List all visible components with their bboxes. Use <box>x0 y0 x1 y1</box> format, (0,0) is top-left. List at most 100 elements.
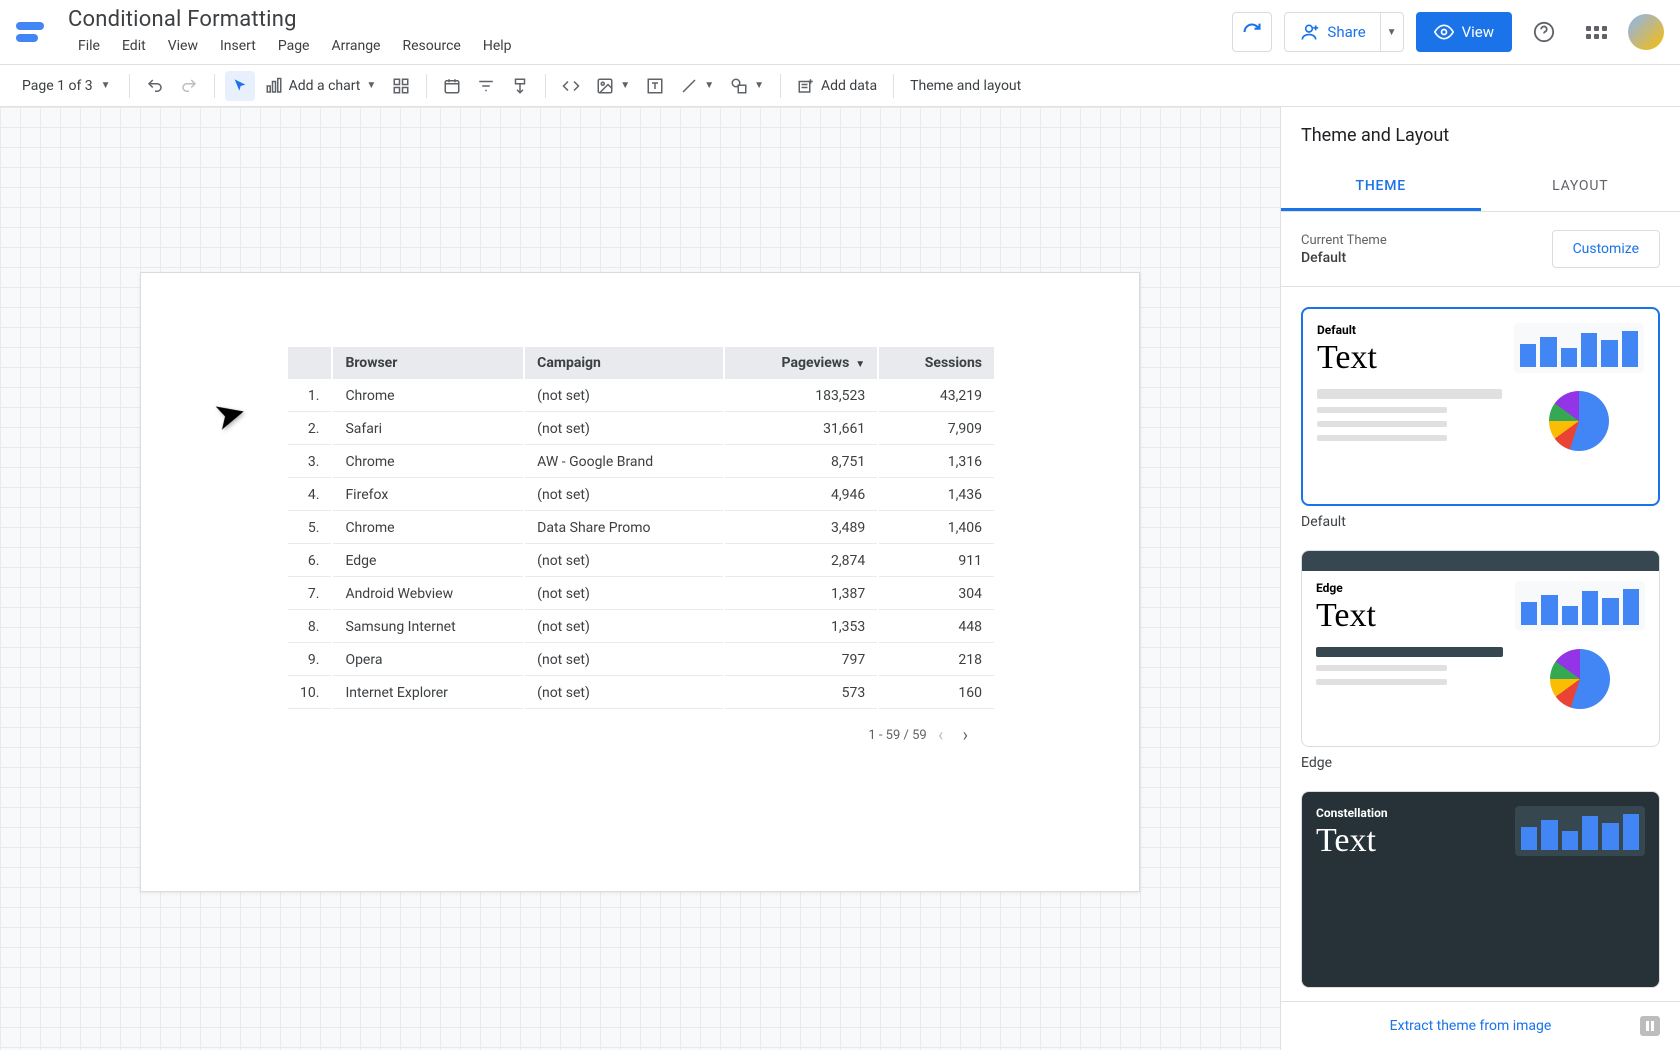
page-prev-button[interactable]: ‹ <box>938 725 943 746</box>
menu-insert[interactable]: Insert <box>210 34 266 58</box>
table-row[interactable]: 9. Opera (not set) 797 218 <box>288 645 994 676</box>
theme-preview-bars <box>1515 581 1645 631</box>
cell-campaign: (not set) <box>525 645 723 676</box>
help-icon <box>1533 21 1555 43</box>
cell-sessions: 43,219 <box>879 381 994 412</box>
cell-browser: Android Webview <box>333 579 523 610</box>
filter-control-button[interactable] <box>471 71 501 101</box>
community-viz-button[interactable] <box>386 71 416 101</box>
line-button[interactable]: ▼ <box>674 71 720 101</box>
theme-layout-button[interactable]: Theme and layout <box>904 71 1027 101</box>
embed-button[interactable] <box>556 71 586 101</box>
select-tool[interactable] <box>225 71 255 101</box>
cell-index: 5. <box>288 513 331 544</box>
tab-layout[interactable]: LAYOUT <box>1481 164 1680 211</box>
data-table[interactable]: Browser Campaign Pageviews▼ Sessions 1. … <box>286 345 996 711</box>
shape-button[interactable]: ▼ <box>724 71 770 101</box>
table-row[interactable]: 7. Android Webview (not set) 1,387 304 <box>288 579 994 610</box>
table-row[interactable]: 1. Chrome (not set) 183,523 43,219 <box>288 381 994 412</box>
col-index[interactable] <box>288 347 331 379</box>
add-data-button[interactable]: Add data <box>791 71 883 101</box>
table-row[interactable]: 6. Edge (not set) 2,874 911 <box>288 546 994 577</box>
share-button-group: Share ▼ <box>1284 12 1403 52</box>
current-theme-section: Current Theme Default Customize <box>1281 212 1680 287</box>
redo-button[interactable] <box>174 71 204 101</box>
cell-campaign: (not set) <box>525 480 723 511</box>
add-chart-button[interactable]: Add a chart ▼ <box>259 71 383 101</box>
cell-browser: Chrome <box>333 447 523 478</box>
share-button[interactable]: Share <box>1285 13 1379 51</box>
chevron-down-icon: ▼ <box>101 80 111 91</box>
table-row[interactable]: 3. Chrome AW - Google Brand 8,751 1,316 <box>288 447 994 478</box>
panel-tabs: THEME LAYOUT <box>1281 164 1680 212</box>
table-row[interactable]: 10. Internet Explorer (not set) 573 160 <box>288 678 994 709</box>
date-range-button[interactable] <box>437 71 467 101</box>
report-canvas[interactable]: Browser Campaign Pageviews▼ Sessions 1. … <box>140 272 1140 892</box>
undo-button[interactable] <box>140 71 170 101</box>
apps-button[interactable] <box>1576 12 1616 52</box>
menu-edit[interactable]: Edit <box>112 34 156 58</box>
data-control-button[interactable] <box>505 71 535 101</box>
table-row[interactable]: 2. Safari (not set) 31,661 7,909 <box>288 414 994 445</box>
table-row[interactable]: 4. Firefox (not set) 4,946 1,436 <box>288 480 994 511</box>
menu-help[interactable]: Help <box>473 34 522 58</box>
text-button[interactable] <box>640 71 670 101</box>
app-header: Conditional Formatting File Edit View In… <box>0 0 1680 65</box>
chart-icon <box>265 77 283 95</box>
cell-index: 9. <box>288 645 331 676</box>
customize-button[interactable]: Customize <box>1552 230 1660 268</box>
pause-button[interactable] <box>1640 1016 1660 1036</box>
theme-list[interactable]: Default Text Default <box>1281 287 1680 1001</box>
refresh-icon <box>1242 22 1262 42</box>
cell-browser: Chrome <box>333 513 523 544</box>
theme-name-default: Default <box>1301 514 1660 530</box>
theme-card-constellation[interactable]: Constellation Text <box>1301 791 1660 988</box>
cell-campaign: (not set) <box>525 579 723 610</box>
col-pageviews[interactable]: Pageviews▼ <box>725 347 877 379</box>
extract-theme-button[interactable]: Extract theme from image <box>1301 1018 1640 1034</box>
cell-campaign: AW - Google Brand <box>525 447 723 478</box>
document-title[interactable]: Conditional Formatting <box>68 7 1232 32</box>
line-icon <box>680 77 698 95</box>
canvas-area[interactable]: ➤ Browser Campaign Pageviews▼ Sessions 1… <box>0 107 1280 1050</box>
table-row[interactable]: 8. Samsung Internet (not set) 1,353 448 <box>288 612 994 643</box>
image-button[interactable]: ▼ <box>590 71 636 101</box>
chevron-down-icon: ▼ <box>1387 27 1397 38</box>
theme-card-edge[interactable]: Edge Text <box>1301 550 1660 747</box>
apps-grid-icon <box>1586 26 1607 39</box>
page-selector[interactable]: Page 1 of 3 ▼ <box>14 78 119 94</box>
refresh-button[interactable] <box>1232 12 1272 52</box>
data-control-icon <box>511 77 529 95</box>
col-campaign[interactable]: Campaign <box>525 347 723 379</box>
theme-preview-pie <box>1549 391 1609 451</box>
tab-theme[interactable]: THEME <box>1281 164 1481 211</box>
menu-file[interactable]: File <box>68 34 110 58</box>
user-avatar[interactable] <box>1628 14 1664 50</box>
menu-page[interactable]: Page <box>268 34 320 58</box>
menu-resource[interactable]: Resource <box>392 34 470 58</box>
code-icon <box>562 77 580 95</box>
share-dropdown[interactable]: ▼ <box>1380 13 1403 51</box>
menu-view[interactable]: View <box>158 34 208 58</box>
page-next-button[interactable]: › <box>963 725 968 746</box>
chevron-down-icon: ▼ <box>366 80 376 91</box>
table-header-row: Browser Campaign Pageviews▼ Sessions <box>288 347 994 379</box>
cell-campaign: (not set) <box>525 546 723 577</box>
view-button[interactable]: View <box>1416 12 1512 52</box>
text-icon <box>646 77 664 95</box>
share-label: Share <box>1327 23 1365 41</box>
theme-card-default[interactable]: Default Text <box>1301 307 1660 506</box>
col-browser[interactable]: Browser <box>333 347 523 379</box>
help-button[interactable] <box>1524 12 1564 52</box>
cell-sessions: 7,909 <box>879 414 994 445</box>
cursor-icon <box>232 78 248 94</box>
cell-pageviews: 573 <box>725 678 877 709</box>
menu-arrange[interactable]: Arrange <box>322 34 391 58</box>
cell-sessions: 1,406 <box>879 513 994 544</box>
theme-layout-panel: Theme and Layout THEME LAYOUT Current Th… <box>1280 107 1680 1050</box>
col-sessions[interactable]: Sessions <box>879 347 994 379</box>
current-theme-label: Current Theme <box>1301 233 1387 248</box>
cell-campaign: (not set) <box>525 381 723 412</box>
table-row[interactable]: 5. Chrome Data Share Promo 3,489 1,406 <box>288 513 994 544</box>
cell-pageviews: 8,751 <box>725 447 877 478</box>
